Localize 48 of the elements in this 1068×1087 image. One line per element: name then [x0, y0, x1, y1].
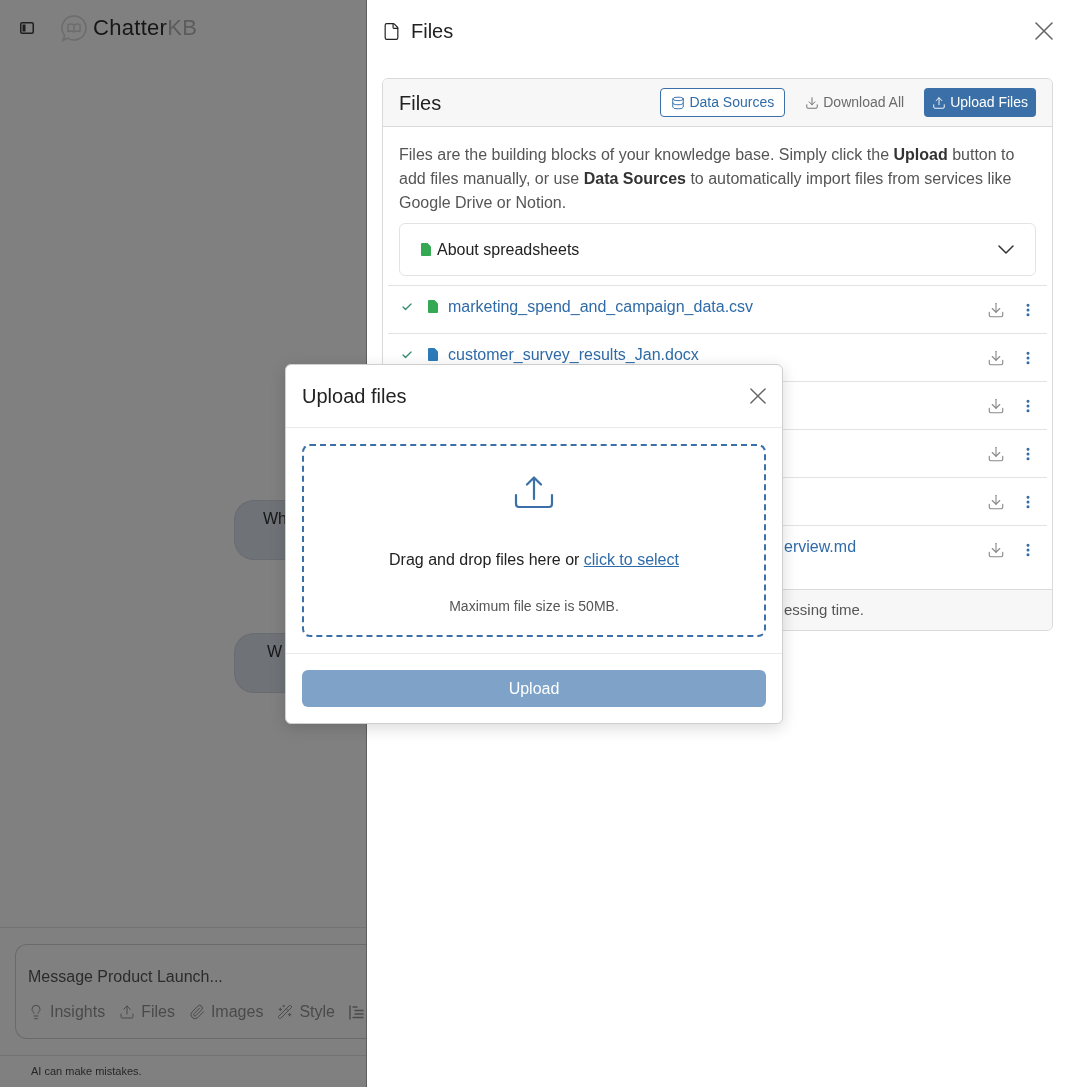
- lightbulb-icon: [28, 1004, 44, 1020]
- download-icon: [987, 396, 1005, 415]
- dropzone[interactable]: Drag and drop files here or click to select Maximum file size is 50MB.: [302, 444, 766, 637]
- download-button[interactable]: [987, 444, 1005, 463]
- dropzone-instructions: Drag and drop files here or click to select: [389, 550, 679, 570]
- download-icon: [987, 492, 1005, 511]
- database-icon: [671, 95, 686, 110]
- download-icon: [805, 95, 820, 110]
- panel-title: Files: [411, 19, 454, 44]
- file-icon: [382, 21, 401, 41]
- upload-icon: [932, 95, 947, 110]
- close-button[interactable]: [1035, 22, 1053, 40]
- download-button[interactable]: [987, 300, 1005, 319]
- paperclip-icon: [188, 1004, 205, 1020]
- upload-files-button[interactable]: Upload Files: [924, 88, 1036, 117]
- upload-icon: [119, 1004, 136, 1020]
- download-icon: [987, 300, 1005, 319]
- sidebar-toggle-button[interactable]: [20, 21, 34, 34]
- card-title: Files: [399, 90, 442, 116]
- about-spreadsheets-accordion[interactable]: About spreadsheets: [399, 223, 1036, 276]
- close-icon: [1035, 22, 1053, 40]
- close-icon: [750, 388, 766, 404]
- spreadsheet-file-icon: [428, 300, 438, 313]
- download-button[interactable]: [987, 492, 1005, 511]
- message-field[interactable]: Message Product Launch...: [28, 967, 358, 987]
- close-button[interactable]: [750, 388, 766, 404]
- download-button[interactable]: [987, 396, 1005, 415]
- download-icon: [987, 348, 1005, 367]
- data-sources-button[interactable]: Data Sources: [660, 88, 786, 117]
- disclaimer-text: AI can make mistakes.: [31, 1064, 142, 1080]
- download-button[interactable]: [987, 348, 1005, 367]
- click-to-select-link[interactable]: click to select: [583, 551, 679, 568]
- document-file-icon: [428, 348, 438, 361]
- outline-list-icon: [348, 1004, 364, 1020]
- intro-paragraph: Files are the building blocks of your knowledge base. Simply click the Upload button to add files manually, or use Data Sources to automatically import files from services like Google Drive or Notion.: [399, 145, 1016, 213]
- footer-note: essing time.: [784, 599, 865, 620]
- dialog-title: Upload files: [302, 384, 407, 409]
- max-size-note: Maximum file size is 50MB.: [449, 597, 619, 616]
- file-name-link[interactable]: erview.md: [784, 536, 857, 557]
- file-name-link[interactable]: customer_survey_results_Jan.docx: [448, 344, 699, 365]
- download-all-button[interactable]: Download All: [805, 88, 905, 117]
- upload-icon: [514, 476, 554, 509]
- magic-wand-icon: [277, 1004, 294, 1020]
- download-button[interactable]: [987, 540, 1005, 559]
- spreadsheet-file-icon: [421, 243, 431, 256]
- download-icon: [987, 444, 1005, 463]
- download-icon: [987, 540, 1005, 559]
- file-name-link[interactable]: marketing_spend_and_campaign_data.csv: [448, 296, 754, 317]
